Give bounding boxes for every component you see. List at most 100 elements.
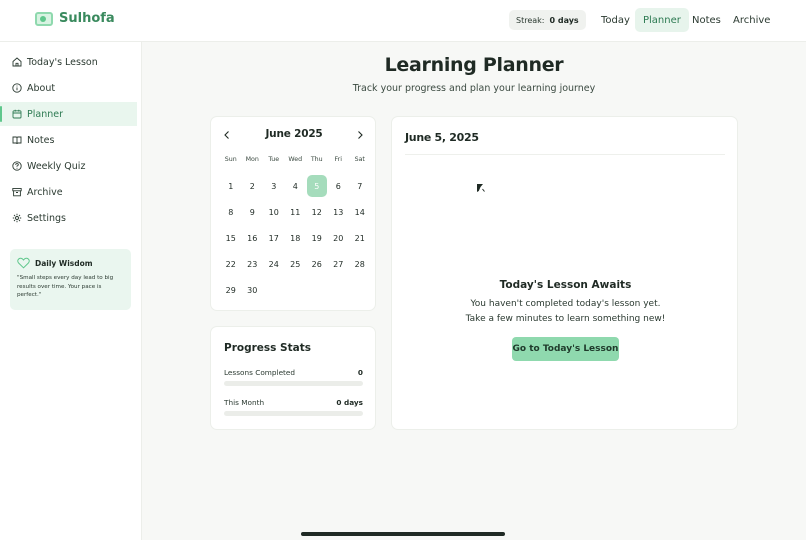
lesson-date: June 5, 2025: [405, 131, 479, 144]
page-subtitle: Track your progress and plan your learni…: [352, 83, 596, 94]
app-logo[interactable]: Sulhofa: [35, 11, 115, 26]
lesson-message-line2: Take a few minutes to learn something ne…: [465, 314, 666, 324]
sidebar-item-label: Planner: [27, 108, 63, 120]
calendar-day[interactable]: 12: [307, 201, 327, 223]
info-icon: [12, 83, 22, 93]
calendar-header: June 2025: [211, 127, 377, 143]
home-icon: [12, 57, 22, 67]
lesson-heading: Today's Lesson Awaits: [499, 279, 632, 291]
page-title: Learning Planner: [384, 54, 564, 76]
wisdom-title-text: Daily Wisdom: [35, 258, 93, 268]
calendar-day[interactable]: 18: [285, 227, 305, 249]
wisdom-quote: "Small steps every day lead to big resul…: [17, 275, 114, 299]
calendar-day-selected[interactable]: 5: [306, 175, 327, 197]
book-icon: [12, 135, 22, 145]
archive-icon: [12, 187, 22, 197]
calendar-day[interactable]: 11: [285, 201, 305, 223]
weekday-label: Tue: [268, 156, 280, 163]
weekday-label: Sun: [224, 156, 237, 163]
calendar-day[interactable]: 30: [242, 279, 262, 301]
go-to-lesson-button[interactable]: Go to Today's Lesson: [512, 337, 619, 361]
sidebar-item-about[interactable]: About: [0, 76, 137, 100]
daily-wisdom-card: Daily Wisdom "Small steps every day lead…: [10, 249, 131, 310]
calendar-day[interactable]: 7: [350, 175, 370, 197]
calendar-day[interactable]: 8: [221, 201, 241, 223]
lessons-progress-bar: [224, 381, 363, 386]
streak-label: Streak:: [516, 15, 545, 25]
calendar-icon: [12, 109, 22, 119]
stat-this-month: This Month 0 days: [224, 398, 363, 407]
calendar-day[interactable]: 28: [350, 253, 370, 275]
calendar-day[interactable]: 24: [264, 253, 284, 275]
calendar-day[interactable]: 16: [242, 227, 262, 249]
logo-icon: [35, 11, 53, 26]
stat-lessons-completed: Lessons Completed 0: [224, 368, 363, 377]
sidebar-item-label: Notes: [27, 134, 55, 146]
calendar-day[interactable]: 23: [242, 253, 262, 275]
app-name: Sulhofa: [59, 11, 115, 26]
calendar-day[interactable]: 21: [350, 227, 370, 249]
sidebar-item-notes[interactable]: Notes: [0, 128, 137, 152]
weekday-label: Wed: [288, 156, 303, 163]
calendar-card: June 2025 Sun Mon Tue Wed Thu Fri Sat 12…: [210, 116, 376, 311]
sidebar-item-archive[interactable]: Archive: [0, 180, 137, 204]
nav-archive[interactable]: Archive: [725, 8, 778, 32]
sidebar-item-label: Settings: [27, 212, 66, 224]
sidebar-item-planner[interactable]: Planner: [0, 102, 137, 126]
calendar-month-label: June 2025: [265, 128, 323, 140]
calendar-day[interactable]: 25: [285, 253, 305, 275]
lesson-message-line1: You haven't completed today's lesson yet…: [470, 299, 661, 309]
gear-icon: [12, 213, 22, 223]
horizontal-scrollbar[interactable]: [301, 532, 505, 536]
stat-label: This Month: [224, 398, 265, 407]
calendar-day[interactable]: 9: [242, 201, 262, 223]
divider: [405, 154, 725, 155]
stat-value: 0: [357, 368, 363, 377]
calendar-day[interactable]: 29: [221, 279, 241, 301]
daily-wisdom-title: Daily Wisdom: [17, 257, 124, 269]
streak-value: 0 days: [549, 15, 579, 25]
calendar-day[interactable]: 27: [328, 253, 348, 275]
weekday-header: Sun Mon Tue Wed Thu Fri Sat: [220, 156, 371, 163]
calendar-day[interactable]: 19: [307, 227, 327, 249]
weekday-label: Fri: [334, 156, 342, 163]
stat-value: 0 days: [336, 398, 363, 407]
sidebar-item-label: Weekly Quiz: [27, 160, 86, 172]
nav-today[interactable]: Today: [593, 8, 638, 32]
calendar-day[interactable]: 13: [328, 201, 348, 223]
calendar-day[interactable]: 26: [307, 253, 327, 275]
chevron-right-icon[interactable]: [354, 129, 366, 141]
broken-image-icon: [476, 183, 486, 193]
calendar-day[interactable]: 15: [221, 227, 241, 249]
calendar-day[interactable]: 17: [264, 227, 284, 249]
sidebar-item-label: Today's Lesson: [27, 56, 98, 68]
sidebar-item-weekly-quiz[interactable]: Weekly Quiz: [0, 154, 137, 178]
nav-planner[interactable]: Planner: [635, 8, 689, 32]
weekday-label: Mon: [245, 156, 259, 163]
heart-icon: [17, 257, 30, 269]
calendar-day[interactable]: 20: [328, 227, 348, 249]
stat-label: Lessons Completed: [224, 368, 296, 377]
sidebar-item-todays-lesson[interactable]: Today's Lesson: [0, 50, 137, 74]
weekday-label: Sat: [354, 156, 365, 163]
progress-stats-card: Progress Stats Lessons Completed 0 This …: [210, 326, 376, 430]
calendar-day[interactable]: 22: [221, 253, 241, 275]
sidebar-item-label: About: [27, 82, 56, 94]
streak-badge: Streak: 0 days: [509, 10, 586, 30]
lesson-card: June 5, 2025 Today's Lesson Awaits You h…: [391, 116, 738, 430]
calendar-day[interactable]: 6: [328, 175, 348, 197]
calendar-day[interactable]: 14: [350, 201, 370, 223]
sidebar: Today's Lesson About Planner Notes Weekl…: [0, 42, 142, 540]
calendar-day[interactable]: 1: [221, 175, 241, 197]
sidebar-item-label: Archive: [27, 186, 63, 198]
nav-notes[interactable]: Notes: [684, 8, 729, 32]
calendar-day[interactable]: 4: [285, 175, 305, 197]
month-progress-bar: [224, 411, 363, 416]
sidebar-item-settings[interactable]: Settings: [0, 206, 137, 230]
calendar-day[interactable]: 2: [242, 175, 262, 197]
progress-stats-title: Progress Stats: [224, 342, 311, 354]
calendar-day[interactable]: 10: [264, 201, 284, 223]
weekday-label: Thu: [310, 156, 323, 163]
help-circle-icon: [12, 161, 22, 171]
calendar-day[interactable]: 3: [264, 175, 284, 197]
